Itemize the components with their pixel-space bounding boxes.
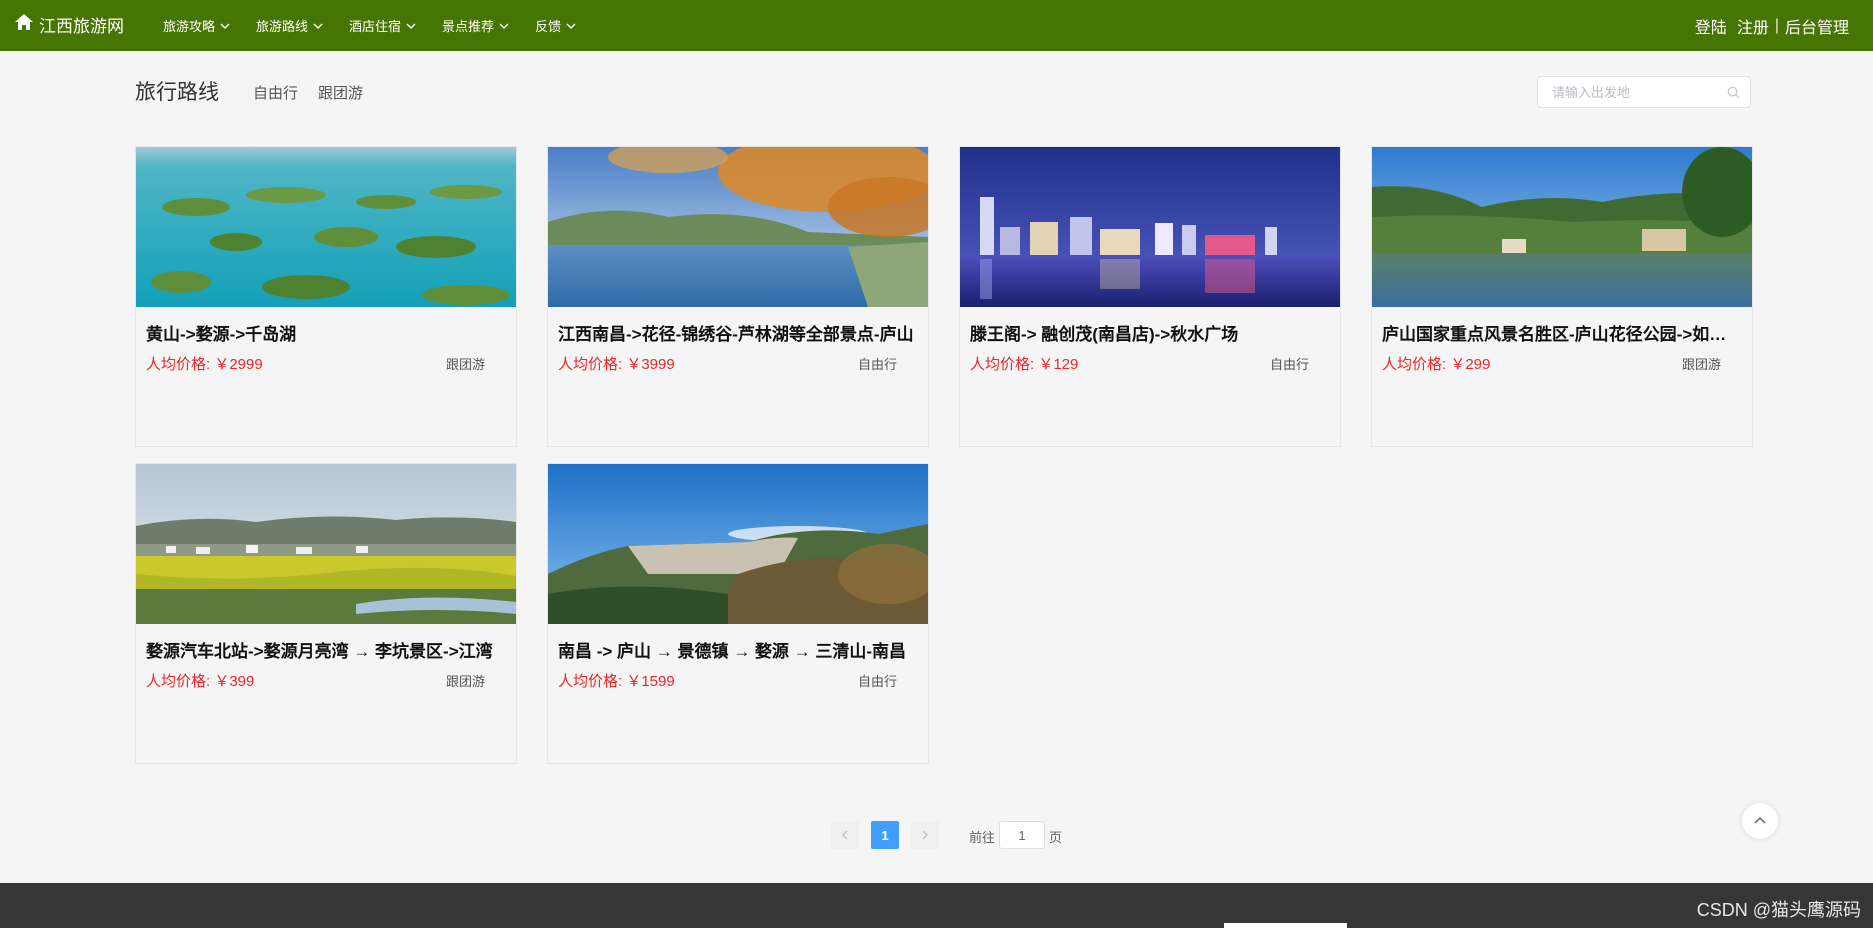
main-menu: 旅游攻略 旅游路线 酒店住宿 景点推荐 反馈 xyxy=(163,0,602,51)
menu-label: 反馈 xyxy=(535,19,562,34)
departure-search-input[interactable] xyxy=(1538,77,1722,107)
route-image xyxy=(960,147,1340,307)
route-type-tag: 自由行 xyxy=(1270,357,1310,372)
route-type-tag: 跟团游 xyxy=(446,674,486,689)
chevron-right-icon xyxy=(922,830,928,840)
route-title: 江西南昌->花径-锦绣谷-芦林湖等全部景点-庐山 xyxy=(558,325,914,344)
chevron-down-icon xyxy=(220,23,230,29)
route-image xyxy=(548,464,928,624)
page-title: 旅行路线 xyxy=(135,81,219,104)
menu-attractions[interactable]: 景点推荐 xyxy=(442,16,509,35)
menu-hotels[interactable]: 酒店住宿 xyxy=(349,16,416,35)
route-title: 黄山->婺源->千岛湖 xyxy=(146,325,297,344)
route-card[interactable]: 婺源汽车北站->婺源月亮湾 → 李坑景区->江湾 人均价格: ￥399 跟团游 xyxy=(135,463,517,764)
chevron-down-icon xyxy=(313,23,323,29)
chevron-down-icon xyxy=(499,23,509,29)
route-card[interactable]: 庐山国家重点风景名胜区-庐山花径公园->如琴湖 人均价格: ￥299 跟团游 xyxy=(1371,146,1753,447)
page-unit-label: 页 xyxy=(1049,830,1063,845)
route-type-tag: 跟团游 xyxy=(446,357,486,372)
divider: | xyxy=(1774,17,1779,34)
route-type-tag: 自由行 xyxy=(858,674,898,689)
page-number-button[interactable]: 1 xyxy=(871,821,899,849)
route-type-tag: 自由行 xyxy=(858,357,898,372)
route-price: 人均价格: ￥1599 xyxy=(558,673,675,690)
brand-name: 江西旅游网 xyxy=(39,17,124,36)
route-image xyxy=(548,147,928,307)
back-to-top-button[interactable] xyxy=(1742,803,1778,839)
chevron-up-icon xyxy=(1754,816,1766,824)
menu-travel-routes[interactable]: 旅游路线 xyxy=(256,16,323,35)
route-image xyxy=(1372,147,1752,307)
route-card[interactable]: 南昌 -> 庐山 → 景德镇 → 婺源 → 三清山-南昌 人均价格: ￥1599… xyxy=(547,463,929,764)
prev-page-button[interactable] xyxy=(831,821,859,849)
filter-group-tour[interactable]: 跟团游 xyxy=(318,82,363,103)
chevron-left-icon xyxy=(842,830,848,840)
home-icon xyxy=(14,12,34,37)
login-link[interactable]: 登陆 xyxy=(1695,14,1727,38)
footer: CSDN @猫头鹰源码 xyxy=(0,883,1873,928)
route-price: 人均价格: ￥2999 xyxy=(146,356,263,373)
chevron-down-icon xyxy=(566,23,576,29)
brand-home-link[interactable]: 江西旅游网 xyxy=(14,12,124,37)
route-price: 人均价格: ￥129 xyxy=(970,356,1079,373)
register-link[interactable]: 注册 xyxy=(1737,14,1769,38)
route-image xyxy=(136,147,516,307)
search-box xyxy=(1537,76,1751,108)
menu-label: 景点推荐 xyxy=(442,19,495,34)
route-title: 滕王阁-> 融创茂(南昌店)->秋水广场 xyxy=(970,325,1239,344)
footer-highlight-bar xyxy=(1224,923,1347,928)
auth-links: 登陆 注册 | 后台管理 xyxy=(1695,14,1849,38)
route-type-tag: 跟团游 xyxy=(1682,357,1722,372)
search-icon[interactable] xyxy=(1727,86,1740,99)
goto-label: 前往 xyxy=(969,830,996,845)
route-image xyxy=(136,464,516,624)
menu-travel-guides[interactable]: 旅游攻略 xyxy=(163,16,230,35)
route-card[interactable]: 黄山->婺源->千岛湖 人均价格: ￥2999 跟团游 xyxy=(135,146,517,447)
route-price: 人均价格: ￥299 xyxy=(1382,356,1491,373)
route-title: 庐山国家重点风景名胜区-庐山花径公园->如琴湖 xyxy=(1382,325,1742,344)
route-card[interactable]: 江西南昌->花径-锦绣谷-芦林湖等全部景点-庐山 人均价格: ￥3999 自由行 xyxy=(547,146,929,447)
menu-label: 酒店住宿 xyxy=(349,19,402,34)
goto-page-input[interactable] xyxy=(999,821,1045,849)
admin-link[interactable]: 后台管理 xyxy=(1785,14,1849,38)
chevron-down-icon xyxy=(406,23,416,29)
route-card[interactable]: 滕王阁-> 融创茂(南昌店)->秋水广场 人均价格: ￥129 自由行 xyxy=(959,146,1341,447)
route-price: 人均价格: ￥399 xyxy=(146,673,255,690)
filter-self-guided[interactable]: 自由行 xyxy=(253,82,298,103)
route-title: 南昌 -> 庐山 → 景德镇 → 婺源 → 三清山-南昌 xyxy=(558,642,907,661)
top-navbar: 江西旅游网 旅游攻略 旅游路线 酒店住宿 景点推荐 反馈 登陆 注册 | 后台管… xyxy=(0,0,1873,51)
watermark: CSDN @猫头鹰源码 xyxy=(1696,900,1861,920)
route-price: 人均价格: ￥3999 xyxy=(558,356,675,373)
menu-label: 旅游路线 xyxy=(256,19,309,34)
next-page-button[interactable] xyxy=(911,821,939,849)
menu-label: 旅游攻略 xyxy=(163,19,216,34)
menu-feedback[interactable]: 反馈 xyxy=(535,16,576,35)
route-title: 婺源汽车北站->婺源月亮湾 → 李坑景区->江湾 xyxy=(146,642,493,661)
